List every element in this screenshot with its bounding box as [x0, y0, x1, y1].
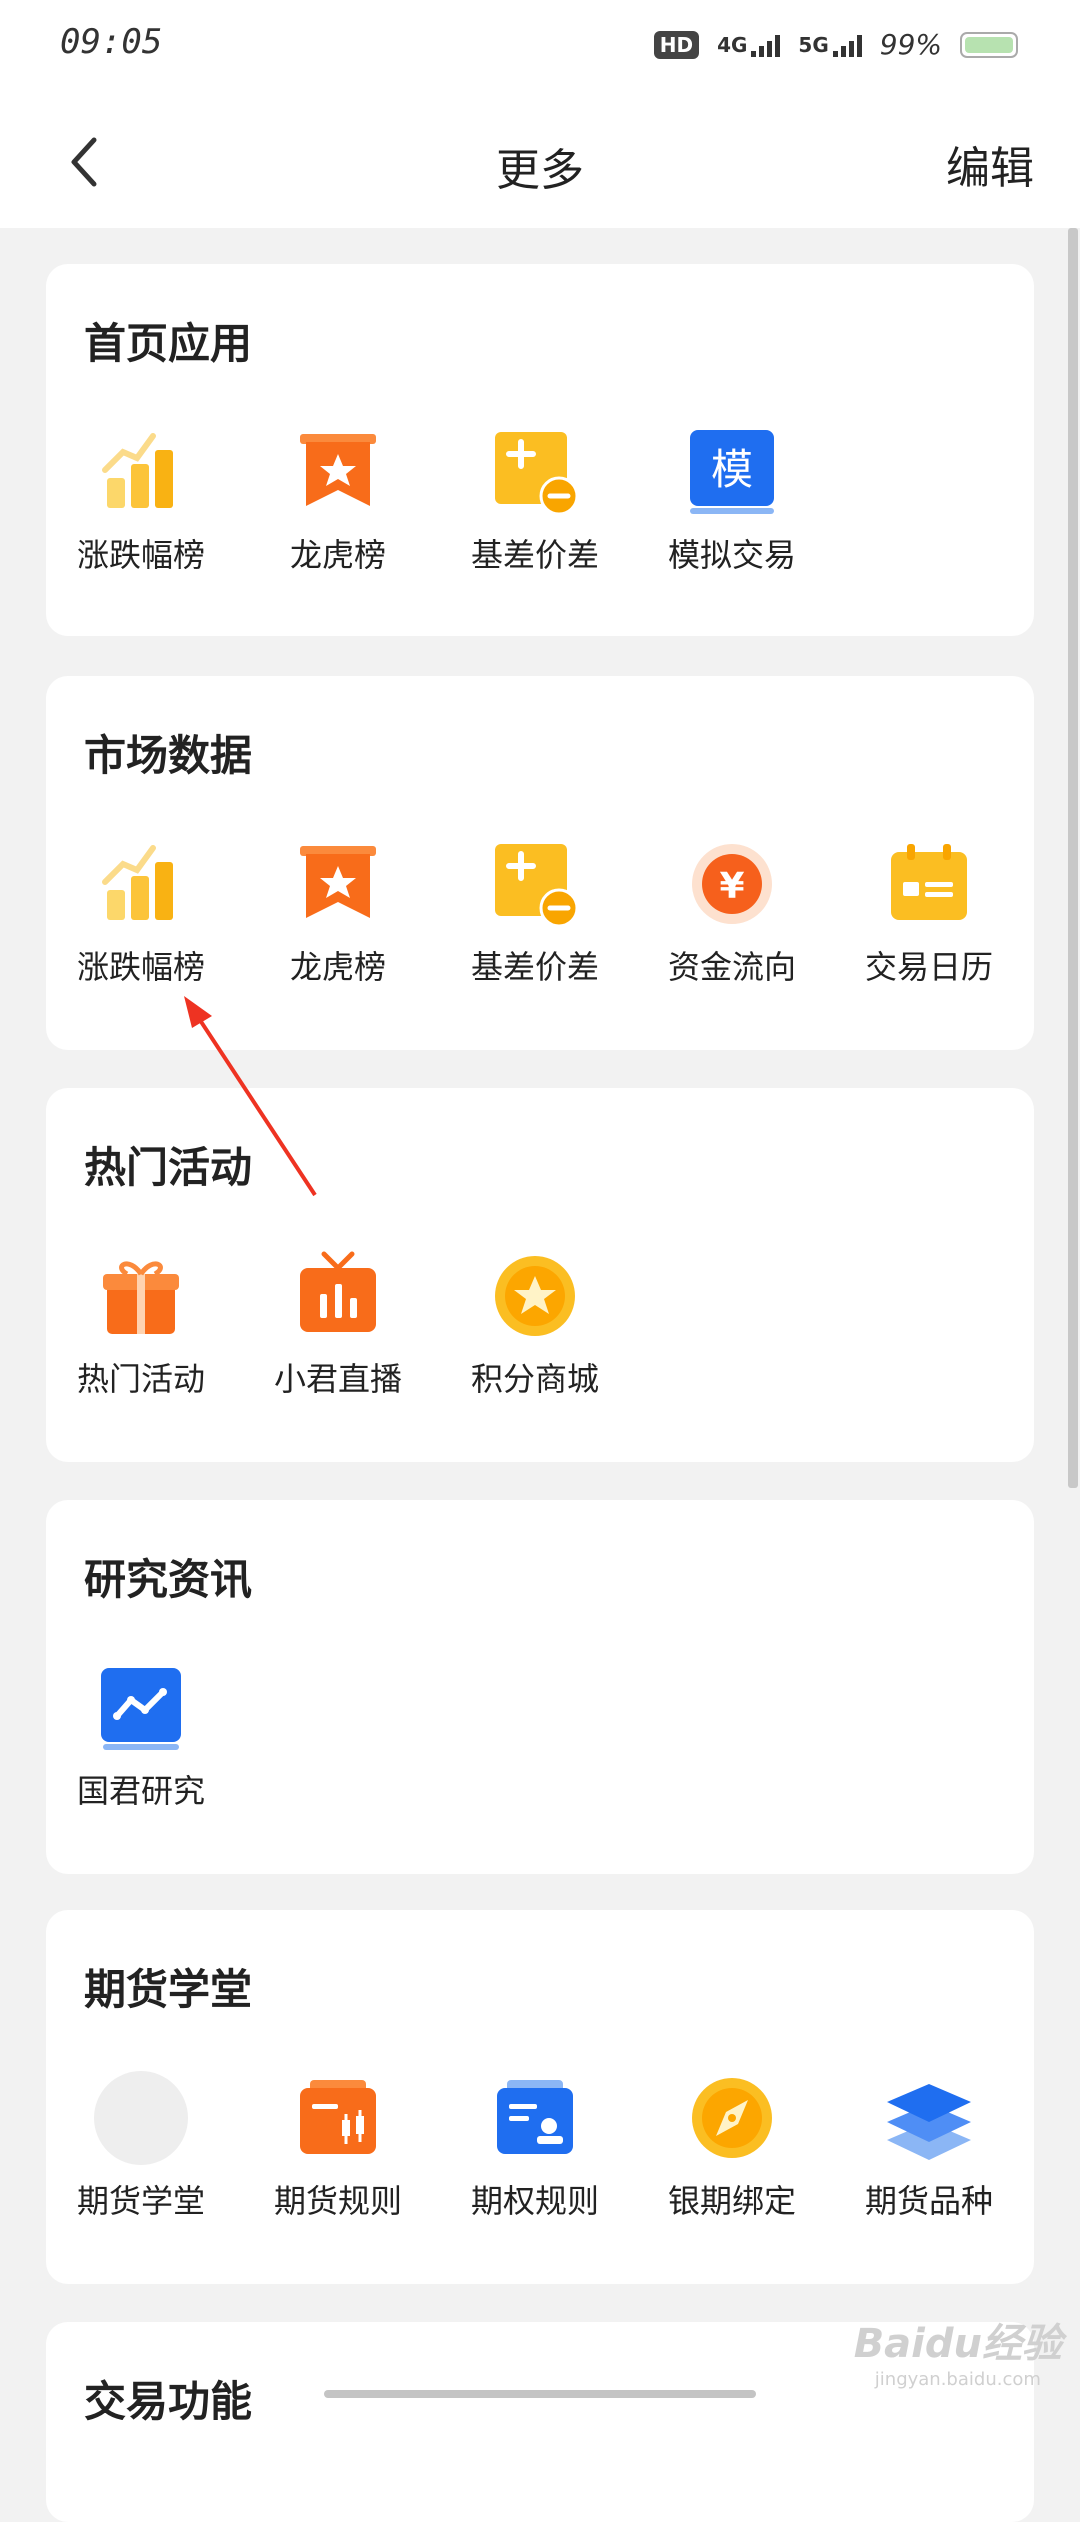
app-item[interactable]: 期货学堂: [46, 2070, 236, 2220]
status-time: 09:05: [60, 22, 163, 62]
gift-icon: [103, 1261, 179, 1334]
star-banner-icon: [300, 434, 376, 506]
star-banner-icon: [300, 846, 376, 918]
app-item[interactable]: 交易日历: [834, 836, 1024, 986]
net-label-4g: 4G: [717, 32, 748, 57]
status-indicators: HD 4G 5G 99%: [653, 28, 1018, 61]
star-coin-icon: [495, 1256, 575, 1336]
app-item[interactable]: 模 模拟交易: [637, 424, 827, 574]
section-title: 研究资讯: [84, 1555, 253, 1604]
signal-5g-icon: 5G: [798, 32, 862, 57]
section-research: 研究资讯 国君研究: [46, 1500, 1034, 1874]
app-label: 期货品种: [864, 2182, 993, 2220]
app-label: 资金流向: [667, 948, 796, 986]
battery-icon: [960, 31, 1018, 58]
app-grid: 期货学堂 期货规则 期权规则 银期绑定 期货品种: [46, 2070, 1034, 2220]
annotation-arrow-icon: [184, 996, 317, 1197]
app-item[interactable]: 期权规则: [440, 2070, 630, 2220]
status-bar: 09:05 HD 4G 5G 99%: [0, 0, 1080, 96]
battery-percent: 99%: [879, 28, 942, 61]
signal-bars-icon: [832, 34, 862, 57]
app-item[interactable]: 银期绑定: [637, 2070, 827, 2220]
app-item[interactable]: 小君直播: [243, 1248, 433, 1398]
edit-button[interactable]: 编辑: [946, 132, 1034, 196]
watermark-text: Baidu经验: [853, 2321, 1062, 2367]
app-item[interactable]: 涨跌幅榜: [46, 836, 236, 986]
home-indicator[interactable]: [324, 2390, 756, 2398]
candlestick-icon: [300, 2080, 376, 2154]
live-tv-icon: [300, 1251, 376, 1332]
app-item[interactable]: 国君研究: [46, 1660, 236, 1810]
app-item[interactable]: 期货品种: [834, 2070, 1024, 2220]
app-label: 积分商城: [470, 1360, 599, 1398]
net-label-5g: 5G: [798, 32, 829, 57]
app-item[interactable]: 基差价差: [440, 836, 630, 986]
placeholder-icon: [94, 2071, 188, 2165]
section-home-apps: 首页应用 涨跌幅榜 龙虎榜 基差价差 模 模拟交易: [46, 264, 1034, 636]
trend-line-icon: [101, 1668, 181, 1750]
app-grid: 涨跌幅榜 龙虎榜 基差价差 ¥ 资金流向 交易日历: [46, 836, 1034, 986]
nav-bar: 更多 编辑: [0, 96, 1080, 228]
app-label: 基差价差: [470, 536, 599, 574]
svg-text:模: 模: [711, 445, 753, 494]
page-title: 更多: [496, 145, 584, 196]
app-item[interactable]: 涨跌幅榜: [46, 424, 236, 574]
bar-chart-icon: [102, 845, 173, 920]
app-label: 基差价差: [470, 948, 599, 986]
app-item[interactable]: 龙虎榜: [243, 836, 433, 986]
hd-icon: HD: [653, 30, 700, 59]
app-label: 模拟交易: [667, 536, 796, 574]
section-futures-school: 期货学堂 期货学堂 期货规则 期权规则 银期绑定 期货品种: [46, 1910, 1034, 2284]
id-card-icon: [497, 2080, 573, 2154]
layers-icon: [887, 2084, 971, 2160]
app-label: 期货学堂: [76, 2182, 205, 2220]
app-item[interactable]: ¥ 资金流向: [637, 836, 827, 986]
app-label: 期权规则: [470, 2182, 599, 2220]
section-title: 市场数据: [84, 731, 253, 780]
app-label: 涨跌幅榜: [76, 948, 205, 986]
section-title: 首页应用: [84, 319, 253, 368]
app-label: 小君直播: [273, 1360, 402, 1398]
app-label: 交易日历: [864, 948, 993, 986]
app-item[interactable]: 基差价差: [440, 424, 630, 574]
app-label: 涨跌幅榜: [76, 536, 205, 574]
app-label: 龙虎榜: [289, 536, 386, 574]
plus-minus-icon: [495, 432, 579, 516]
app-label: 热门活动: [76, 1360, 205, 1398]
section-title: 交易功能: [84, 2377, 253, 2426]
section-title: 期货学堂: [84, 1965, 253, 2014]
calendar-icon: [891, 844, 967, 920]
mo-badge-icon: 模: [690, 430, 774, 514]
signal-bars-icon: [751, 34, 781, 57]
bar-chart-icon: [102, 433, 173, 508]
svg-text:¥: ¥: [719, 866, 744, 907]
scrollbar[interactable]: [1068, 228, 1078, 1488]
plus-minus-icon: [495, 844, 579, 928]
app-item[interactable]: 期货规则: [243, 2070, 433, 2220]
signal-4g-icon: 4G: [717, 32, 781, 57]
yuan-coin-icon: ¥: [692, 844, 772, 924]
watermark-url: jingyan.baidu.com: [874, 2369, 1041, 2390]
app-item[interactable]: 热门活动: [46, 1248, 236, 1398]
app-item[interactable]: 积分商城: [440, 1248, 630, 1398]
watermark: Baidu经验 jingyan.baidu.com: [854, 2311, 1062, 2390]
app-grid: 国君研究: [46, 1660, 1034, 1810]
app-label: 期货规则: [273, 2182, 402, 2220]
app-label: 国君研究: [76, 1772, 205, 1810]
app-grid: 热门活动 小君直播 积分商城: [46, 1248, 1034, 1398]
app-label: 龙虎榜: [289, 948, 386, 986]
app-item[interactable]: 龙虎榜: [243, 424, 433, 574]
app-label: 银期绑定: [667, 2182, 796, 2220]
app-grid: 涨跌幅榜 龙虎榜 基差价差 模 模拟交易: [46, 424, 1034, 574]
compass-icon: [692, 2078, 772, 2158]
